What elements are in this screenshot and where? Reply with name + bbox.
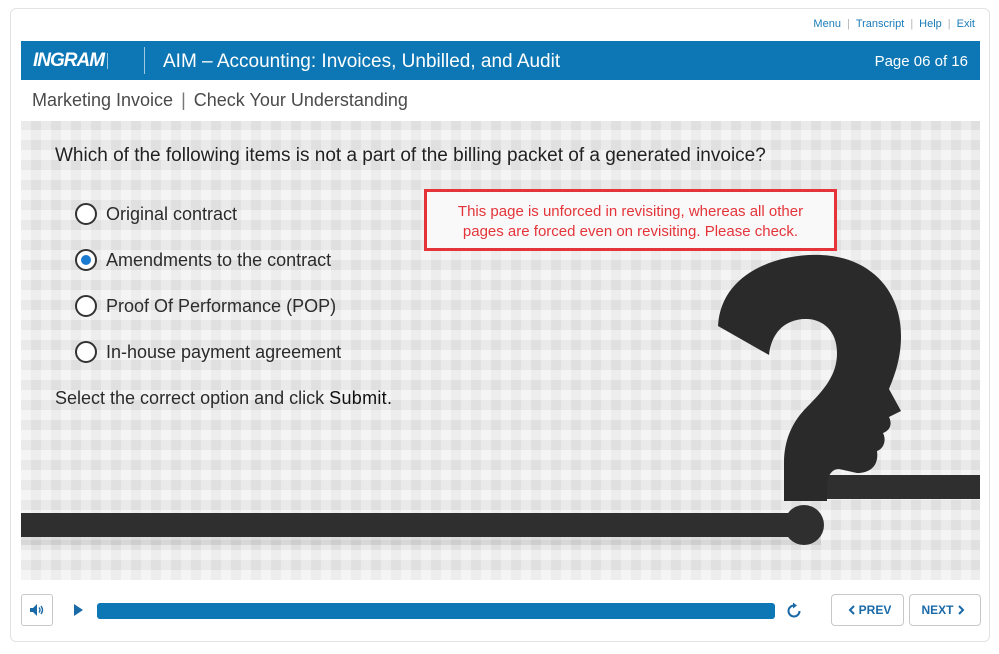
prev-button[interactable]: PREV xyxy=(831,594,904,626)
divider: | xyxy=(910,18,914,30)
help-link[interactable]: Help xyxy=(919,18,942,30)
radio-button[interactable] xyxy=(75,341,97,363)
course-banner: INGRAM AIM – Accounting: Invoices, Unbil… xyxy=(21,41,980,80)
breadcrumb-separator: | xyxy=(181,90,186,110)
instruction-action: Submit. xyxy=(329,388,393,408)
option-label: Original contract xyxy=(106,203,238,224)
option-label: Proof Of Performance (POP) xyxy=(106,295,337,316)
exit-link[interactable]: Exit xyxy=(957,18,975,30)
transcript-link[interactable]: Transcript xyxy=(856,18,905,30)
review-note-line: This page is unforced in revisiting, whe… xyxy=(457,203,804,220)
course-title: AIM – Accounting: Invoices, Unbilled, an… xyxy=(163,51,561,72)
radio-button[interactable] xyxy=(75,203,97,225)
instruction-text: Select the correct option and click Subm… xyxy=(55,388,392,409)
breadcrumb-section: Marketing Invoice xyxy=(32,90,174,110)
ingram-logo: INGRAM xyxy=(33,50,114,71)
option-proof-of-performance[interactable]: Proof Of Performance (POP) xyxy=(75,283,341,329)
page-indicator: Page 06 of 16 xyxy=(874,53,968,70)
divider: | xyxy=(947,18,951,30)
chevron-left-icon xyxy=(848,605,855,615)
option-label: In-house payment agreement xyxy=(106,341,342,362)
option-label: Amendments to the contract xyxy=(106,249,332,270)
review-note: This page is unforced in revisiting, whe… xyxy=(424,189,837,251)
option-in-house-payment[interactable]: In-house payment agreement xyxy=(75,329,341,375)
menu-link[interactable]: Menu xyxy=(813,18,841,30)
next-button[interactable]: NEXT xyxy=(909,594,981,626)
progress-bar[interactable] xyxy=(97,603,775,619)
breadcrumb-page: Check Your Understanding xyxy=(193,90,408,110)
prev-label: PREV xyxy=(858,603,892,617)
divider: | xyxy=(846,18,850,30)
volume-button[interactable] xyxy=(21,594,53,626)
quiz-stage: Which of the following items is not a pa… xyxy=(21,121,980,580)
option-amendments[interactable]: Amendments to the contract xyxy=(75,237,341,283)
question-text: Which of the following items is not a pa… xyxy=(55,145,766,166)
breadcrumb: Marketing Invoice | Check Your Understandi… xyxy=(32,90,408,111)
player-controls: PREV NEXT xyxy=(21,594,981,628)
speaker-icon xyxy=(30,604,44,616)
logo-mark xyxy=(107,53,114,69)
radio-button[interactable] xyxy=(75,295,97,317)
chevron-right-icon xyxy=(957,605,964,615)
banner-divider xyxy=(144,47,145,74)
instruction-prefix: Select the correct option and click xyxy=(55,388,325,408)
review-note-line: pages are forced even on revisiting. Ple… xyxy=(462,223,799,240)
play-icon[interactable] xyxy=(71,603,85,617)
answer-options: Original contract Amendments to the cont… xyxy=(75,191,341,375)
replay-icon[interactable] xyxy=(785,602,803,620)
logo-text: INGRAM xyxy=(33,50,105,71)
next-label: NEXT xyxy=(921,603,954,617)
option-original-contract[interactable]: Original contract xyxy=(75,191,341,237)
top-links: Menu | Transcript | Help | Exit xyxy=(813,18,975,30)
radio-button-selected[interactable] xyxy=(75,249,97,271)
